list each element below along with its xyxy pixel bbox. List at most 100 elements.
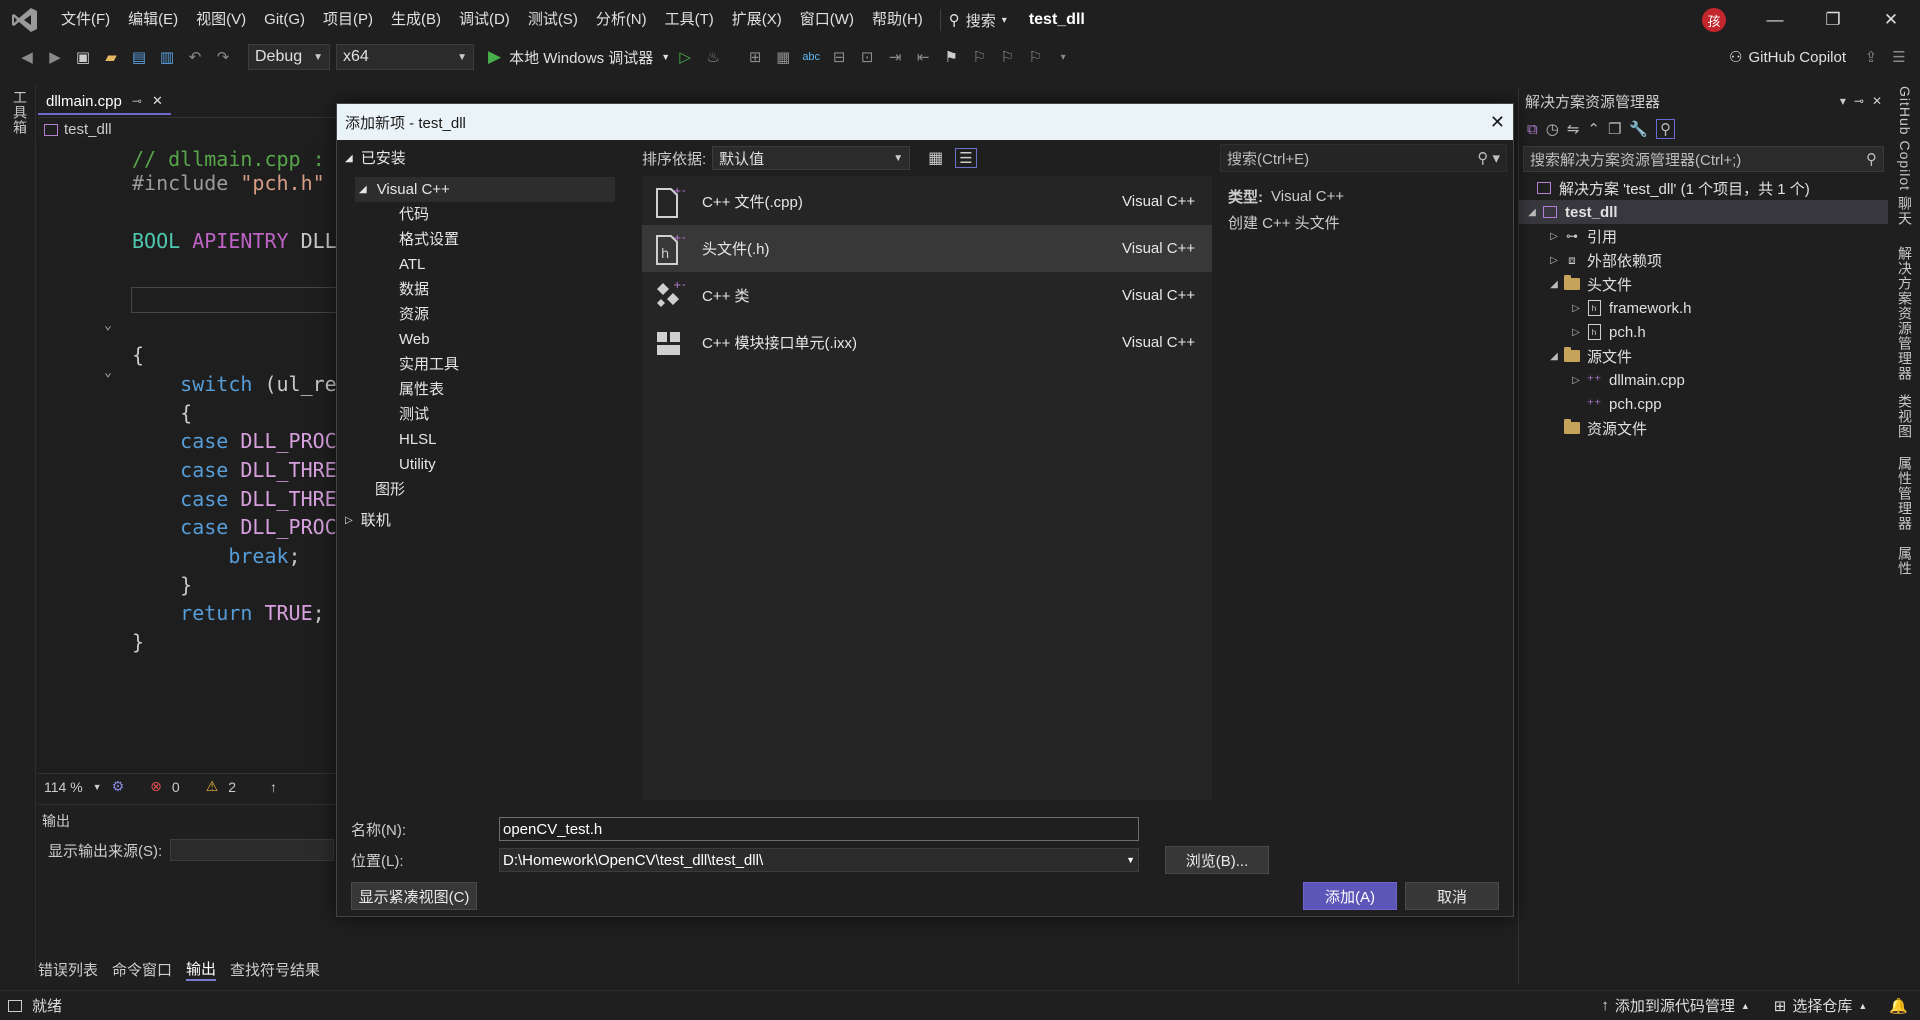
code-editor[interactable]: // dllmain.cpp : #include "pch.h" BOOL A… bbox=[38, 141, 338, 773]
clear-bookmarks-icon[interactable]: ⚐ bbox=[1022, 44, 1048, 70]
bookmark-icon[interactable]: ⚑ bbox=[938, 44, 964, 70]
show-all-files-icon[interactable]: ❐ bbox=[1608, 120, 1621, 138]
tab-copilot-chat[interactable]: GitHub Copilot 聊天 bbox=[1895, 86, 1915, 226]
category-graphics[interactable]: 图形 bbox=[337, 477, 642, 502]
menu-edit[interactable]: 编辑(E) bbox=[119, 0, 187, 40]
category-online[interactable]: ▷ 联机 bbox=[337, 508, 642, 533]
save-icon[interactable]: ▤ bbox=[126, 44, 152, 70]
close-icon[interactable]: ✕ bbox=[1490, 112, 1505, 133]
up-arrow-icon[interactable]: ↑ bbox=[270, 779, 277, 795]
forward-icon[interactable]: ▶ bbox=[42, 44, 68, 70]
spell-check-icon[interactable]: abc bbox=[798, 44, 824, 70]
github-copilot-button[interactable]: ⚇ GitHub Copilot bbox=[1729, 48, 1846, 67]
uncomment-icon[interactable]: ⊡ bbox=[854, 44, 880, 70]
location-select[interactable]: D:\Homework\OpenCV\test_dll\test_dll\ ▼ bbox=[499, 848, 1139, 872]
tree-node-pch-h[interactable]: ▷ h pch.h bbox=[1519, 320, 1888, 344]
expanded-icon[interactable]: ◢ bbox=[1545, 351, 1563, 362]
solution-explorer-icon[interactable]: ⊞ bbox=[742, 44, 768, 70]
add-to-source-control-button[interactable]: ↑ 添加到源代码管理 ▲ bbox=[1601, 995, 1749, 1016]
output-source-select[interactable] bbox=[170, 839, 334, 861]
tree-node-header-files[interactable]: ◢ 头文件 bbox=[1519, 272, 1888, 296]
start-without-debugging-icon[interactable]: ▷ bbox=[672, 44, 698, 70]
pin-icon[interactable]: ⊸ bbox=[132, 94, 142, 108]
search-menu[interactable]: ⚲ 搜索 ▾ bbox=[949, 10, 1007, 31]
template-cpp-file[interactable]: ++ C++ 文件(.cpp) Visual C++ bbox=[642, 178, 1212, 225]
prev-bookmark-icon[interactable]: ⚐ bbox=[966, 44, 992, 70]
platform-select[interactable]: x64 ▼ bbox=[336, 44, 474, 70]
visual-studio-logo-icon[interactable] bbox=[10, 5, 40, 35]
category-test[interactable]: 测试 bbox=[337, 402, 642, 427]
notifications-icon[interactable]: 🔔 bbox=[1889, 997, 1908, 1015]
collapse-icon[interactable]: ⌄ bbox=[104, 365, 112, 380]
back-icon[interactable]: ◀ bbox=[14, 44, 40, 70]
sort-select[interactable]: 默认值 ▼ bbox=[712, 146, 911, 170]
restore-button[interactable]: ❐ bbox=[1804, 0, 1862, 40]
save-all-icon[interactable]: ▥ bbox=[154, 44, 180, 70]
template-search[interactable]: 搜索(Ctrl+E) ⚲ ▾ bbox=[1220, 144, 1507, 172]
name-input[interactable]: openCV_test.h bbox=[499, 817, 1139, 841]
menu-debug[interactable]: 调试(D) bbox=[450, 0, 519, 40]
tab-error-list[interactable]: 错误列表 bbox=[38, 959, 98, 980]
tab-property-manager[interactable]: 属性管理器 bbox=[1895, 456, 1915, 531]
collapse-icon[interactable]: ⌄ bbox=[104, 318, 112, 333]
solution-explorer-search[interactable]: 搜索解决方案资源管理器(Ctrl+;) ⚲ bbox=[1523, 146, 1884, 172]
grid-view-icon[interactable]: ▦ bbox=[928, 148, 943, 168]
menu-project[interactable]: 项目(P) bbox=[314, 0, 382, 40]
category-installed[interactable]: ◢ 已安装 bbox=[337, 146, 642, 171]
configuration-select[interactable]: Debug ▼ bbox=[248, 44, 330, 70]
compact-view-button[interactable]: 显示紧凑视图(C) bbox=[351, 882, 477, 910]
menu-help[interactable]: 帮助(H) bbox=[863, 0, 932, 40]
add-button[interactable]: 添加(A) bbox=[1303, 882, 1397, 910]
menu-extensions[interactable]: 扩展(X) bbox=[723, 0, 791, 40]
template-module-interface[interactable]: C++ 模块接口单元(.ixx) Visual C++ bbox=[642, 319, 1212, 366]
close-icon[interactable]: ✕ bbox=[1872, 94, 1882, 108]
cancel-button[interactable]: 取消 bbox=[1405, 882, 1499, 910]
switch-views-icon[interactable]: ⧉ bbox=[1527, 121, 1538, 138]
sync-icon[interactable]: ⇋ bbox=[1567, 120, 1580, 138]
category-web[interactable]: Web bbox=[337, 327, 642, 352]
menu-git[interactable]: Git(G) bbox=[255, 0, 314, 40]
open-folder-icon[interactable]: ▰ bbox=[98, 44, 124, 70]
template-cpp-class[interactable]: ++ C++ 类 Visual C++ bbox=[642, 272, 1212, 319]
minimize-button[interactable]: — bbox=[1746, 0, 1804, 40]
browse-button[interactable]: 浏览(B)... bbox=[1165, 846, 1269, 874]
category-visual-cpp[interactable]: ◢ Visual C++ bbox=[355, 177, 615, 202]
close-icon[interactable]: ✕ bbox=[152, 93, 163, 109]
tab-find-symbol-results[interactable]: 查找符号结果 bbox=[230, 959, 320, 980]
menu-tools[interactable]: 工具(T) bbox=[656, 0, 723, 40]
share-icon[interactable]: ⇪ bbox=[1858, 44, 1884, 70]
comment-icon[interactable]: ⊟ bbox=[826, 44, 852, 70]
expanded-icon[interactable]: ◢ bbox=[1523, 207, 1541, 218]
tree-node-references[interactable]: ▷ ⊶ 引用 bbox=[1519, 224, 1888, 248]
tab-properties[interactable]: 属性 bbox=[1895, 546, 1915, 576]
category-property-sheets[interactable]: 属性表 bbox=[337, 377, 642, 402]
tree-solution[interactable]: 解决方案 'test_dll' (1 个项目，共 1 个) bbox=[1519, 176, 1888, 200]
expanded-icon[interactable]: ◢ bbox=[1545, 279, 1563, 290]
category-resource[interactable]: 资源 bbox=[337, 302, 642, 327]
pin-icon[interactable]: ⊸ bbox=[1854, 94, 1864, 108]
category-utility-tools[interactable]: 实用工具 bbox=[337, 352, 642, 377]
toolbox-tab[interactable]: 工具箱 bbox=[10, 90, 30, 135]
list-view-icon[interactable]: ☰ bbox=[955, 148, 977, 168]
category-atl[interactable]: ATL bbox=[337, 252, 642, 277]
feedback-icon[interactable]: ☰ bbox=[1886, 44, 1912, 70]
avatar[interactable]: 孩 bbox=[1702, 8, 1726, 32]
layout-icon[interactable]: ▦ bbox=[770, 44, 796, 70]
start-debugging-button[interactable]: ▶ 本地 Windows 调试器 ▼ bbox=[488, 47, 670, 68]
category-formatting[interactable]: 格式设置 bbox=[337, 227, 642, 252]
new-project-icon[interactable]: ▣ bbox=[70, 44, 96, 70]
tree-node-resource-files[interactable]: 资源文件 bbox=[1519, 416, 1888, 440]
category-utility[interactable]: Utility bbox=[337, 452, 642, 477]
template-header-file[interactable]: h ++ 头文件(.h) Visual C++ bbox=[642, 225, 1212, 272]
collapsed-icon[interactable]: ▷ bbox=[1545, 255, 1563, 266]
intellicode-icon[interactable]: ⚙ bbox=[112, 778, 125, 795]
toolbar-overflow-icon[interactable]: ▾ bbox=[1050, 44, 1076, 70]
dropdown-icon[interactable]: ▾ bbox=[1840, 94, 1846, 108]
properties-icon[interactable]: 🔧 bbox=[1629, 120, 1648, 138]
tab-solution-explorer[interactable]: 解决方案资源管理器 bbox=[1895, 246, 1915, 381]
collapse-all-icon[interactable]: ⌃ bbox=[1587, 120, 1600, 138]
tab-command-window[interactable]: 命令窗口 bbox=[112, 959, 172, 980]
collapsed-icon[interactable]: ▷ bbox=[1567, 327, 1585, 338]
tab-class-view[interactable]: 类视图 bbox=[1895, 394, 1915, 439]
close-window-button[interactable]: ✕ bbox=[1862, 0, 1920, 40]
